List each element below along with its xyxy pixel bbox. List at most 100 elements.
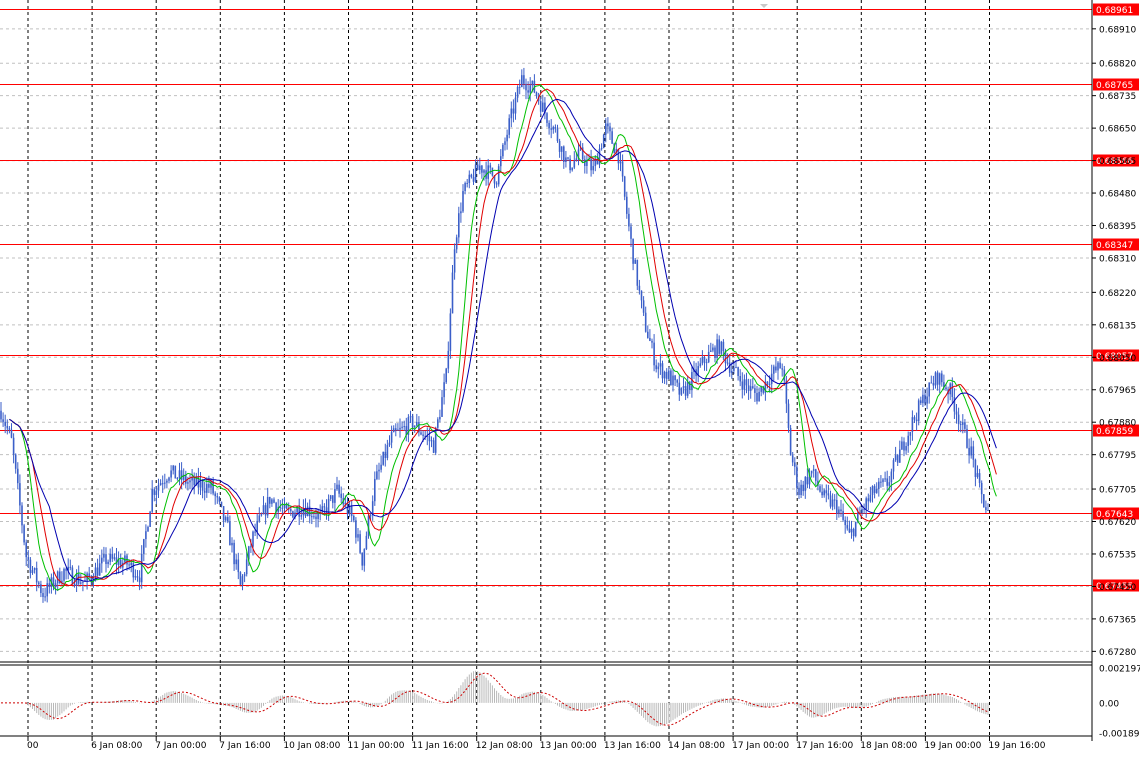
candle-body [136,576,139,578]
candle-body [4,421,6,426]
candle-body [384,451,387,458]
y-tick-label: 0.68820 [1099,60,1136,70]
level-tag-label: 0.68961 [1096,6,1133,16]
candle-body [735,367,737,369]
candle-body [838,509,840,514]
x-tick-label: 17 Jan 00:00 [732,741,789,751]
x-tick-label: 17 Jan 16:00 [796,741,853,751]
candle-body [365,535,368,550]
candle-body [802,484,804,492]
candle-body [176,477,179,479]
candle-body [516,86,519,98]
candle-body [495,183,498,185]
candle-body [325,507,328,514]
candle-body [978,473,981,483]
candle-body [229,521,231,546]
candle-body [598,148,601,165]
candle-body [970,446,972,456]
candle-body [388,442,391,446]
candle-body [758,391,760,402]
candle-body [216,496,219,498]
candle-body [334,488,336,503]
candle-body [552,127,555,130]
candle-body [451,272,454,314]
candle-body [976,473,979,477]
candle-body [382,451,384,465]
candle-body [27,557,30,560]
x-tick-label: 12 Jan 08:00 [476,741,533,751]
candle-body [151,489,153,512]
candle-body [852,528,855,537]
candle-body [290,509,292,512]
candle-body [749,386,752,391]
price-chart[interactable]: 0.68961 0.68765 0.68566 0.68347 0.68057 0.678… [0,0,1140,757]
candle-body [264,505,267,516]
y-tick-label: 0.68910 [1099,25,1136,35]
candle-body [464,183,466,192]
candle-body [630,226,632,239]
candle-body [560,146,563,152]
candle-body [38,582,40,585]
candle-body [590,158,592,171]
candle-body [363,549,366,566]
candle-body [403,426,405,428]
candle-body [972,446,975,460]
candle-body [369,515,372,517]
candle-body [548,122,550,129]
candle-body [378,469,380,472]
candle-body [153,489,156,495]
candle-body [831,499,834,507]
candle-body [672,375,674,386]
candle-body [138,577,141,583]
candle-body [754,388,756,393]
candle-body [111,553,114,559]
candle-body [374,478,376,502]
candle-body [871,486,874,495]
candle-body [842,511,844,520]
candle-body [794,462,796,467]
candle-body [472,176,475,182]
candle-body [846,525,849,529]
candle-body [466,182,468,184]
candle-body [726,362,729,364]
candle-body [903,441,905,451]
candle-body [332,495,334,503]
candle-body [821,491,823,496]
candle-body [166,480,168,483]
candle-body [233,542,235,565]
candle-body [791,455,794,463]
candle-body [500,156,502,167]
candle-body [894,455,897,461]
candle-body [926,396,928,404]
candle-body [703,357,706,363]
candle-body [10,429,13,438]
candle-body [25,542,27,558]
candle-body [781,368,783,370]
candle-body [957,414,960,424]
x-tick-label: 13 Jan 16:00 [604,741,661,751]
y-tick-label: 0.68310 [1099,254,1136,264]
candle-body [468,174,471,183]
candle-body [170,470,172,478]
x-tick-label: 7 Jan 16:00 [219,741,271,751]
candle-body [974,459,977,477]
x-tick-label: 19 Jan 00:00 [924,741,981,751]
candle-body [33,567,36,571]
candle-body [260,513,263,516]
candle-body [428,436,431,442]
candle-body [766,381,769,385]
candle-body [556,128,559,141]
candle-body [63,568,65,581]
candle-body [932,383,935,386]
candle-body [361,552,363,566]
candle-body [413,425,416,428]
candle-body [178,470,181,478]
candle-body [674,375,676,381]
candle-body [239,572,242,585]
candle-body [905,446,907,451]
candle-body [308,506,311,517]
candle-body [882,479,884,483]
candle-body [752,386,754,389]
candle-body [825,490,828,494]
candle-body [258,515,261,521]
